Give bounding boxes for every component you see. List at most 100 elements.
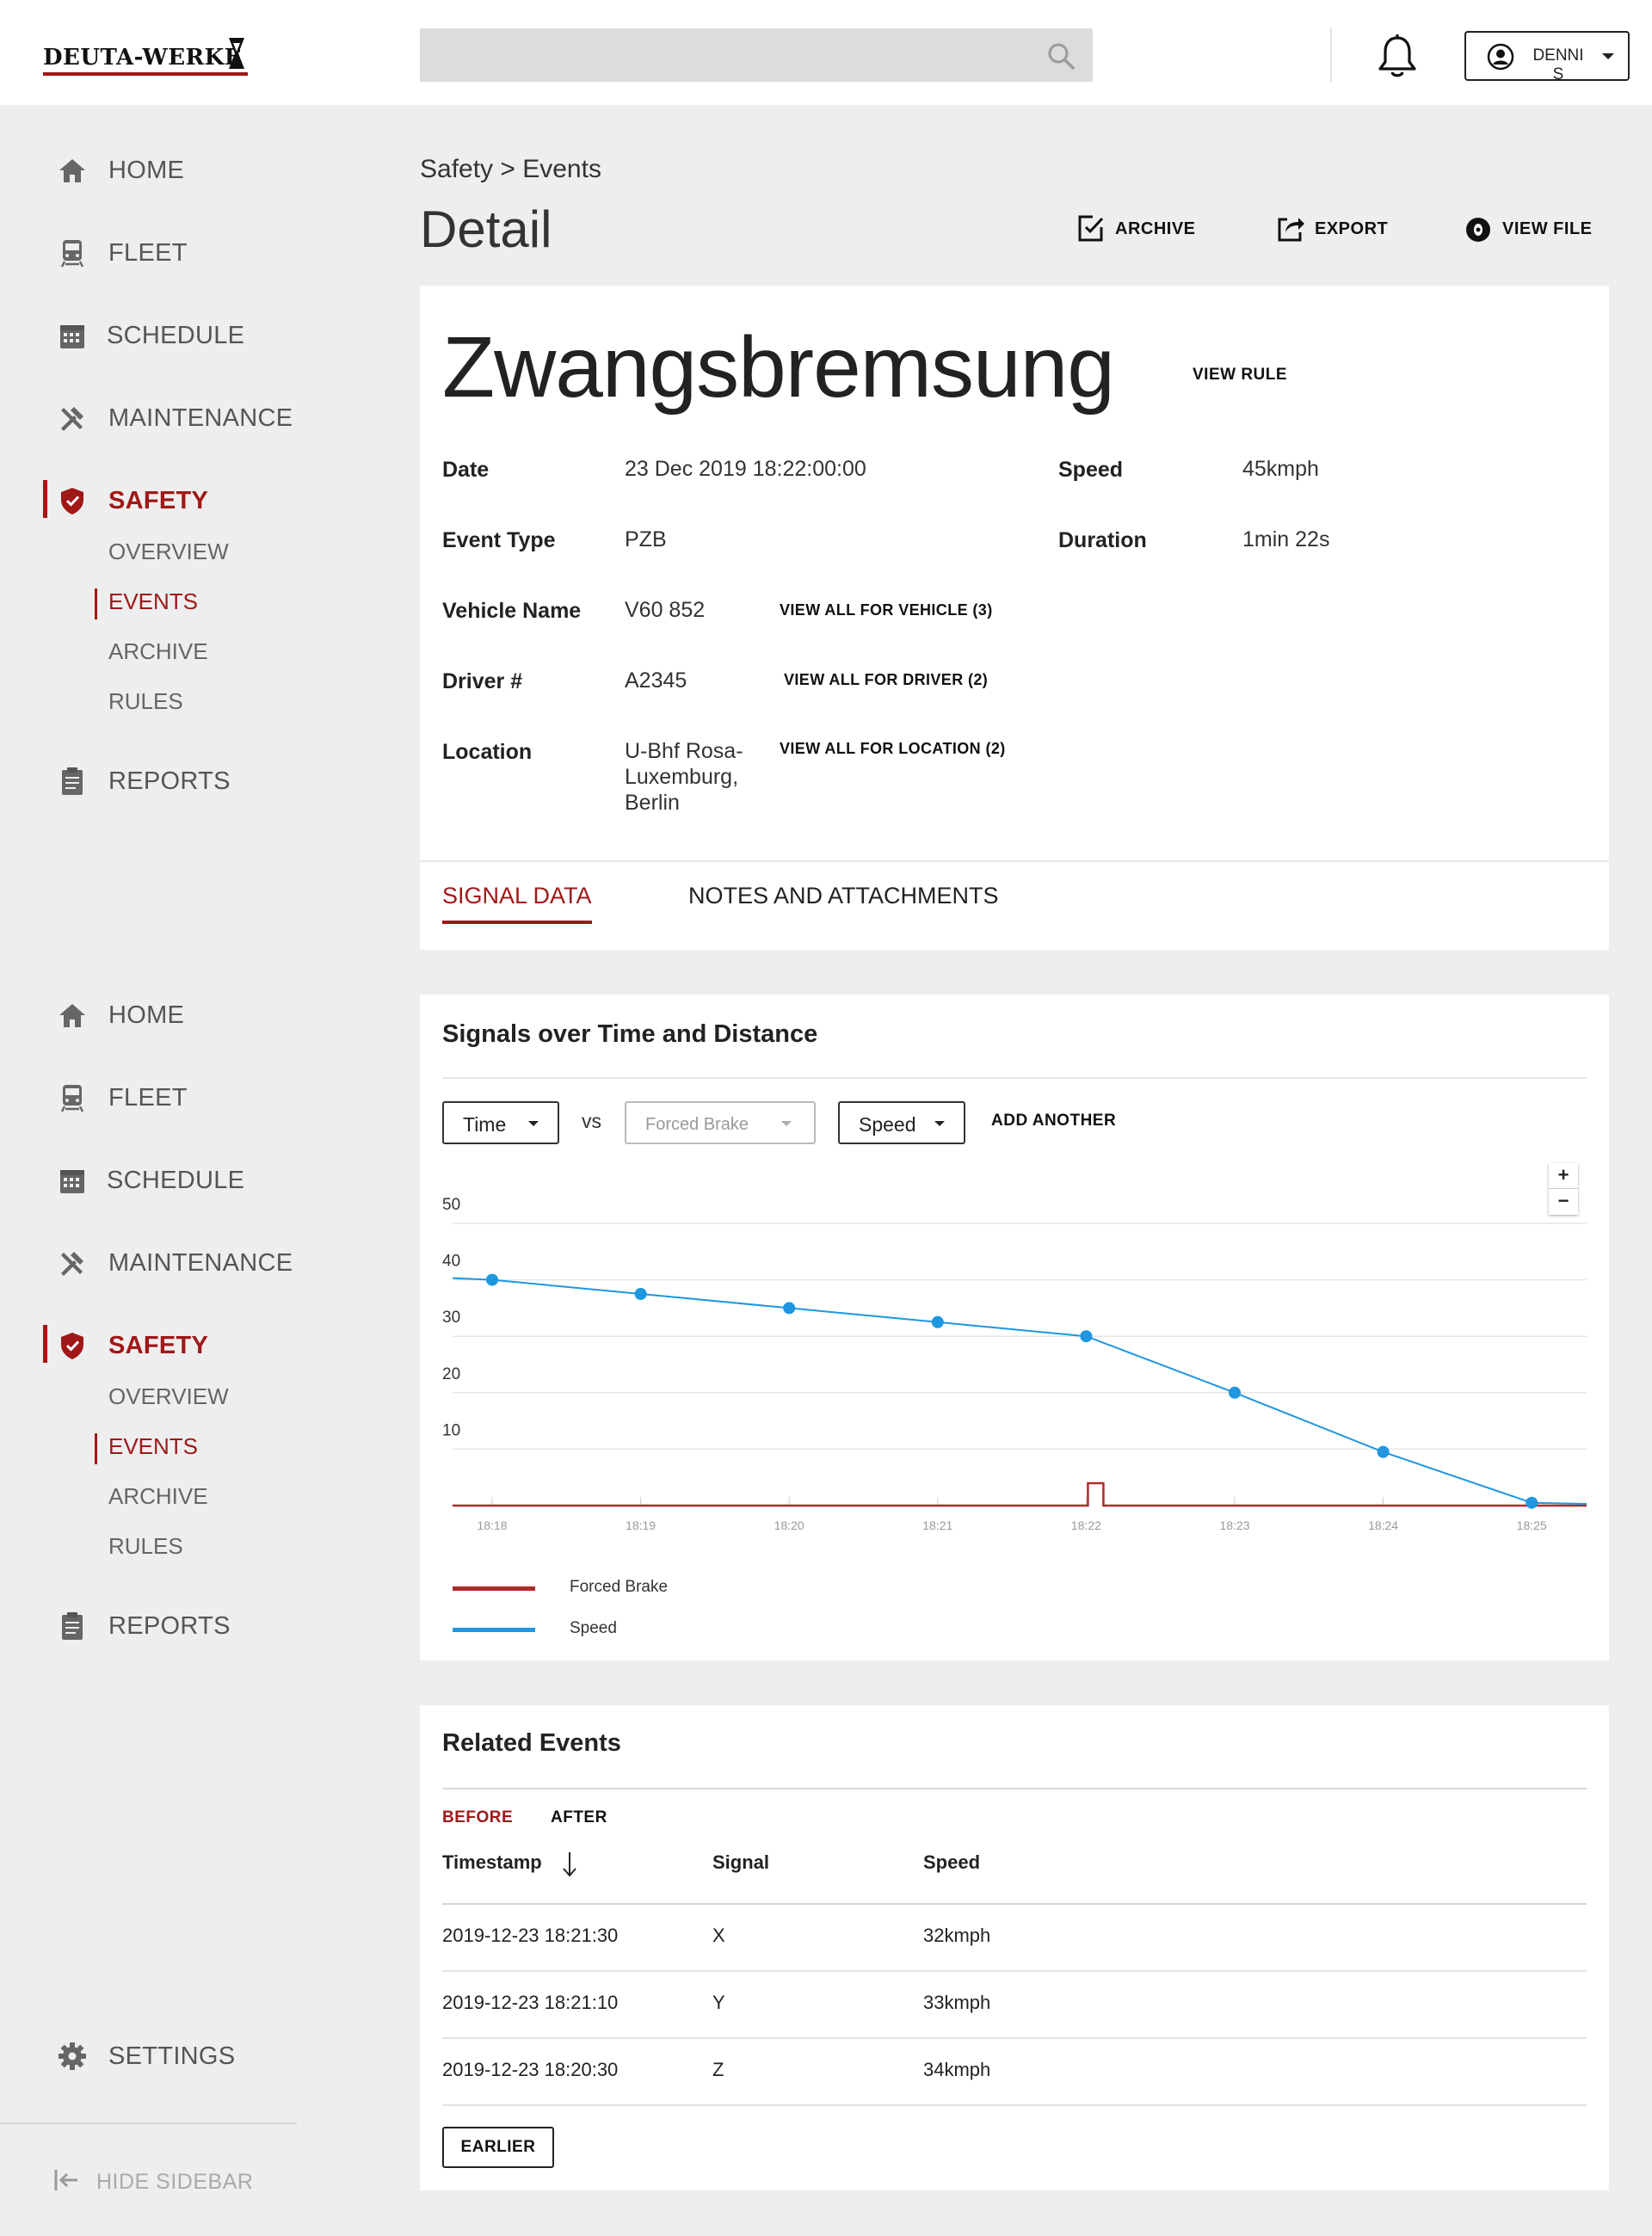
- tab-label: SIGNAL DATA: [442, 883, 592, 909]
- sidebar-item-maintenance[interactable]: MAINTENANCE: [0, 1235, 379, 1287]
- sidebar-item-label: REPORTS: [108, 1612, 231, 1640]
- column-header-signal[interactable]: Signal: [712, 1851, 769, 1874]
- sidebar-subitem-rules[interactable]: RULES: [108, 688, 183, 726]
- event-detail-card: Zwangsbremsung VIEW RULE Date 23 Dec 201…: [420, 286, 1609, 950]
- cell-signal: Y: [712, 1992, 725, 2013]
- cell-speed: 34kmph: [923, 2059, 991, 2080]
- sidebar-subitem-events[interactable]: EVENTS: [95, 588, 199, 626]
- table-header-divider: [442, 1903, 1587, 1905]
- clipboard-icon: [62, 1612, 83, 1640]
- y-tick-label: 40: [442, 1253, 460, 1271]
- view-file-label: VIEW FILE: [1502, 219, 1593, 238]
- row-divider: [442, 2104, 1587, 2106]
- sort-descending-icon[interactable]: [561, 1850, 578, 1879]
- x-tick-label: 18:20: [774, 1518, 804, 1532]
- search-icon[interactable]: [1046, 41, 1076, 71]
- clipboard-icon: [62, 767, 83, 795]
- hide-sidebar-label: HIDE SIDEBAR: [96, 2170, 254, 2194]
- sidebar-item-schedule[interactable]: SCHEDULE: [0, 308, 379, 360]
- speed-data-point: [931, 1315, 944, 1328]
- cell-signal: Z: [712, 2059, 724, 2080]
- view-all-location-link[interactable]: VIEW ALL FOR LOCATION (2): [780, 740, 1006, 758]
- sidebar-item-reports[interactable]: REPORTS: [0, 754, 379, 805]
- view-all-vehicle-link[interactable]: VIEW ALL FOR VEHICLE (3): [780, 601, 993, 619]
- tab-label: NOTES AND ATTACHMENTS: [688, 883, 999, 909]
- sidebar-subitem-overview[interactable]: OVERVIEW: [108, 539, 229, 576]
- cell-timestamp: 2019-12-23 18:21:30: [442, 1925, 619, 1946]
- driver-label: Driver #: [442, 669, 523, 693]
- sidebar-item-settings[interactable]: SETTINGS: [0, 2029, 379, 2080]
- sidebar-nav-primary: HOME FLEET SCHEDULE MAINTENANCE SAFETY O…: [0, 0, 379, 826]
- active-indicator: [43, 480, 47, 518]
- sidebar-item-maintenance[interactable]: MAINTENANCE: [0, 391, 379, 442]
- sidebar-subitem-archive[interactable]: ARCHIVE: [108, 1483, 208, 1521]
- tab-signal-data[interactable]: SIGNAL DATA: [442, 883, 592, 924]
- legend-swatch-forced-brake: [453, 1586, 535, 1591]
- active-indicator: [95, 588, 97, 619]
- sidebar-item-label: FLEET: [108, 1084, 188, 1112]
- chevron-down-icon: [1602, 53, 1614, 59]
- tab-underline: [442, 921, 592, 924]
- sidebar-item-schedule[interactable]: SCHEDULE: [0, 1153, 379, 1204]
- tab-after[interactable]: AFTER: [551, 1808, 607, 1827]
- sidebar-item-label: MAINTENANCE: [108, 1249, 293, 1277]
- speed-data-point: [1080, 1330, 1093, 1343]
- sidebar-item-fleet[interactable]: FLEET: [0, 225, 379, 277]
- train-icon: [60, 240, 84, 268]
- event-type-label: Event Type: [442, 528, 556, 552]
- sidebar-subitem-overview[interactable]: OVERVIEW: [108, 1383, 229, 1421]
- page-title: Detail: [420, 200, 552, 258]
- cell-speed: 33kmph: [923, 1992, 991, 2013]
- legend-swatch-speed: [453, 1628, 535, 1632]
- sidebar-item-reports[interactable]: REPORTS: [0, 1598, 379, 1650]
- date-label: Date: [442, 458, 490, 482]
- duration-label: Duration: [1058, 528, 1147, 552]
- sidebar-item-safety[interactable]: SAFETY: [0, 473, 379, 525]
- sidebar-item-safety[interactable]: SAFETY: [0, 1318, 379, 1370]
- x-tick-label: 18:19: [626, 1518, 656, 1532]
- sidebar-subitem-rules[interactable]: RULES: [108, 1533, 183, 1571]
- notification-bell-icon[interactable]: [1375, 33, 1420, 81]
- x-tick-label: 18:18: [477, 1518, 507, 1532]
- home-icon: [59, 1004, 85, 1027]
- user-menu-button[interactable]: DENNIS: [1464, 31, 1630, 83]
- sidebar-item-label: FLEET: [108, 239, 188, 267]
- duration-value: 1min 22s: [1242, 527, 1330, 551]
- home-icon: [59, 159, 85, 182]
- sidebar-item-label: REPORTS: [108, 767, 231, 795]
- gear-icon: [59, 2042, 86, 2070]
- sidebar-subitem-label: EVENTS: [108, 588, 199, 614]
- series-forced-brake-line: [453, 1481, 1587, 1507]
- event-type-value: PZB: [625, 527, 667, 551]
- shield-icon: [61, 1333, 83, 1359]
- sidebar-item-fleet[interactable]: FLEET: [0, 1070, 379, 1122]
- view-all-driver-link[interactable]: VIEW ALL FOR DRIVER (2): [784, 671, 988, 689]
- column-header-speed[interactable]: Speed: [923, 1851, 980, 1874]
- breadcrumb[interactable]: Safety > Events: [420, 155, 601, 184]
- signals-chart[interactable]: 10 20 30 40 50 18:18 18:19 18:20 18:21 18:22 18:23…: [420, 995, 1609, 1660]
- tools-icon: [61, 1252, 83, 1276]
- tab-before[interactable]: BEFORE: [442, 1808, 513, 1827]
- sidebar-subitem-events[interactable]: EVENTS: [95, 1433, 198, 1471]
- sidebar-nav-secondary: HOME FLEET SCHEDULE MAINTENANCE SAFETY O…: [0, 845, 379, 1705]
- vehicle-name-value: V60 852: [625, 598, 706, 622]
- card-divider: [442, 1788, 1587, 1789]
- speed-value: 45kmph: [1242, 457, 1319, 481]
- tab-notes-attachments[interactable]: NOTES AND ATTACHMENTS: [688, 883, 999, 909]
- related-events-card: Related Events BEFORE AFTER Timestamp Si…: [420, 1705, 1609, 2190]
- sidebar-item-home[interactable]: HOME: [0, 143, 379, 194]
- sidebar-subitem-archive[interactable]: ARCHIVE: [108, 638, 208, 676]
- earlier-button[interactable]: EARLIER: [442, 2127, 554, 2168]
- sidebar-item-home[interactable]: HOME: [0, 988, 379, 1039]
- view-rule-link[interactable]: VIEW RULE: [1193, 366, 1287, 385]
- y-tick-label: 20: [442, 1365, 460, 1383]
- active-indicator: [95, 1433, 97, 1464]
- search-input[interactable]: [420, 28, 1093, 82]
- file-view-icon: [1466, 218, 1490, 242]
- signals-chart-card: Signals over Time and Distance Time vs F…: [420, 995, 1609, 1660]
- column-header-timestamp[interactable]: Timestamp: [442, 1851, 542, 1874]
- train-icon: [60, 1085, 84, 1112]
- speed-data-point: [1526, 1496, 1538, 1509]
- cell-signal: X: [712, 1925, 725, 1946]
- y-tick-label: 10: [442, 1421, 460, 1439]
